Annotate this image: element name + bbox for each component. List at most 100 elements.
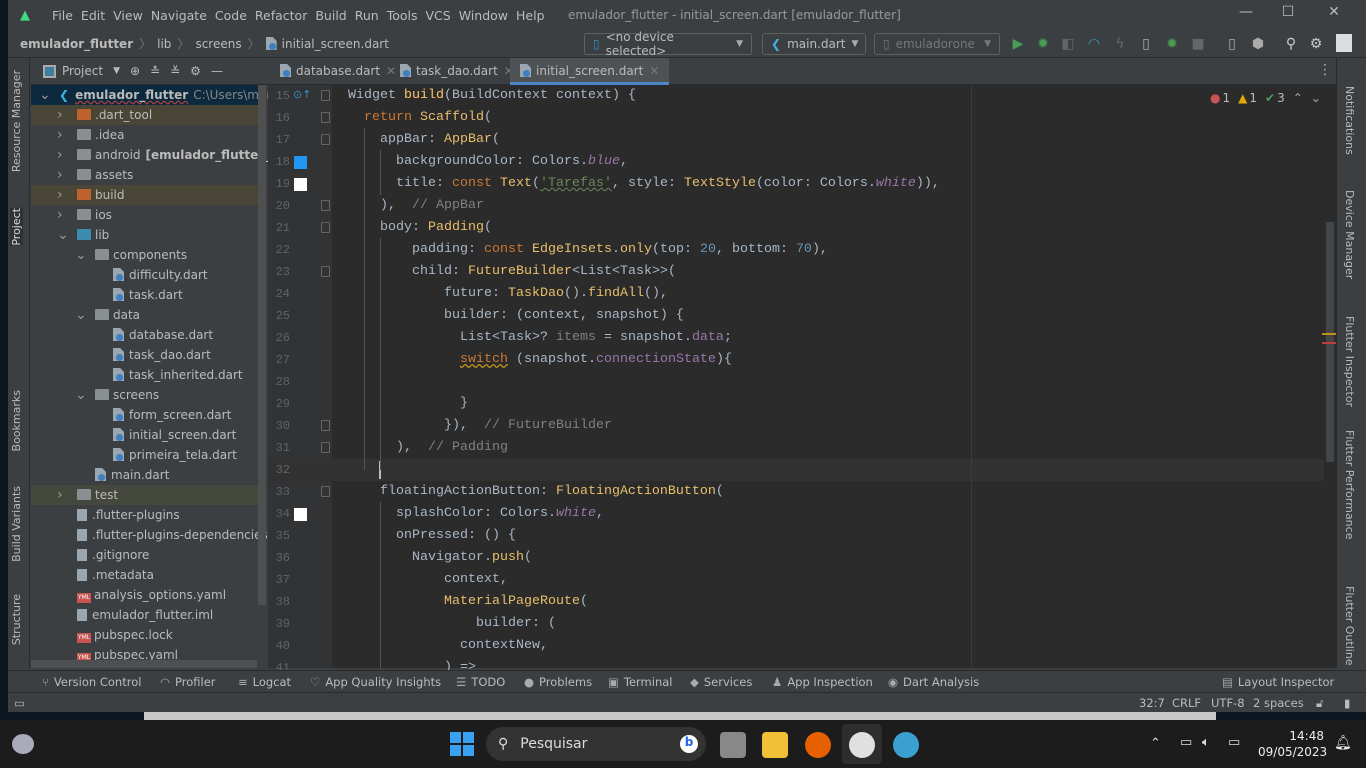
run-icon[interactable]: ▶ — [1008, 34, 1028, 54]
tool-tab-device-manager[interactable]: Device Manager — [1343, 190, 1356, 279]
tree-item[interactable]: .metadata — [31, 565, 259, 585]
close-window-button[interactable]: ✕ — [1314, 4, 1354, 20]
attach-debugger-icon[interactable]: ✹ — [1162, 34, 1182, 54]
tab-task_dao[interactable]: task_dao.dart ✕ — [390, 58, 524, 85]
tab-database[interactable]: database.dart ✕ — [270, 58, 406, 85]
tool-profiler[interactable]: ◠ Profiler — [160, 675, 216, 689]
menu-file[interactable]: File — [52, 8, 73, 23]
tool-tab-resource-manager[interactable]: Resource Manager — [10, 70, 23, 172]
hide-panel-icon[interactable]: — — [211, 64, 223, 78]
volume-icon[interactable]: 🔈︎ — [1202, 735, 1210, 750]
previous-highlight-icon[interactable]: ⌃ — [1293, 91, 1303, 105]
tree-item[interactable]: .flutter-plugins-dependencies — [31, 525, 268, 545]
tree-item[interactable]: difficulty.dart — [31, 265, 259, 285]
tree-item[interactable]: ⌄ components — [31, 245, 259, 265]
menu-vcs[interactable]: VCS — [426, 8, 451, 23]
indent-setting[interactable]: 2 spaces — [1253, 696, 1304, 710]
color-swatch[interactable] — [294, 508, 307, 521]
chevron-down-icon[interactable]: ⌄ — [75, 305, 87, 325]
tree-item[interactable]: main.dart — [31, 465, 259, 485]
tool-tab-structure[interactable]: Structure — [10, 594, 23, 645]
menu-edit[interactable]: Edit — [81, 8, 105, 23]
chevron-right-icon[interactable]: › — [57, 185, 69, 205]
tree-item[interactable]: initial_screen.dart — [31, 425, 259, 445]
tool-tab-build-variants[interactable]: Build Variants — [10, 486, 23, 562]
line-separator[interactable]: CRLF — [1172, 696, 1201, 710]
expand-all-icon[interactable]: ≛ — [150, 64, 160, 78]
sdk-manager-icon[interactable]: ⬢ — [1248, 34, 1268, 54]
show-hidden-icons[interactable]: ⌃ — [1150, 736, 1161, 751]
network-icon[interactable]: ▭ — [1180, 735, 1192, 750]
tool-services[interactable]: ◆ Services — [690, 675, 752, 689]
tab-initial_screen[interactable]: initial_screen.dart ✕ — [510, 58, 670, 85]
tool-logcat[interactable]: ≡ Logcat — [238, 675, 291, 689]
chevron-right-icon[interactable]: › — [57, 205, 69, 225]
tool-tab-flutter-performance[interactable]: Flutter Performance — [1343, 430, 1356, 539]
breadcrumb-project[interactable]: emulador_flutter — [20, 37, 133, 51]
run-config-selector[interactable]: ❮ main.dart ▼ — [762, 33, 866, 55]
fold-marker-icon[interactable] — [321, 442, 330, 453]
tree-item[interactable]: › build — [31, 185, 259, 205]
menu-code[interactable]: Code — [215, 8, 247, 23]
firefox-icon[interactable] — [805, 732, 831, 758]
tree-item[interactable]: primeira_tela.dart — [31, 445, 259, 465]
tree-item[interactable]: ⌄ ❮ emulador_flutter C:\Users\marlo\St — [31, 85, 268, 105]
menu-navigate[interactable]: Navigate — [151, 8, 207, 23]
error-marker[interactable] — [1322, 342, 1336, 344]
android-studio-icon[interactable] — [849, 732, 875, 758]
settings-icon[interactable]: ⚙ — [1306, 34, 1326, 54]
fold-marker-icon[interactable] — [321, 486, 330, 497]
tool-tab-flutter-outline[interactable]: Flutter Outline — [1343, 586, 1356, 666]
profile-icon[interactable]: ◠ — [1084, 34, 1104, 54]
debug-icon[interactable]: ✹ — [1033, 34, 1053, 54]
chevron-right-icon[interactable]: › — [57, 485, 69, 505]
project-view-selector[interactable]: Project — [62, 64, 103, 78]
chevron-down-icon[interactable]: ⌄ — [57, 225, 69, 245]
tool-todo[interactable]: ☰ TODO — [456, 675, 505, 689]
tree-item[interactable]: task_inherited.dart — [31, 365, 259, 385]
tree-item[interactable]: database.dart — [31, 325, 259, 345]
caret-position[interactable]: 32:7 — [1139, 696, 1165, 710]
fold-marker-icon[interactable] — [321, 134, 330, 145]
menu-tools[interactable]: Tools — [387, 8, 418, 23]
close-tab-icon[interactable]: ✕ — [649, 64, 659, 78]
chevron-down-icon[interactable]: ▼ — [113, 66, 120, 76]
tree-item[interactable]: emulador_flutter.iml — [31, 605, 259, 625]
warning-marker[interactable] — [1322, 333, 1336, 335]
fold-marker-icon[interactable] — [321, 420, 330, 431]
fold-marker-icon[interactable] — [321, 222, 330, 233]
chevron-down-icon[interactable]: ⌄ — [75, 385, 87, 405]
minimize-button[interactable]: — — [1226, 4, 1266, 20]
clock-time[interactable]: 14:48 — [1280, 729, 1324, 743]
chevron-right-icon[interactable]: › — [57, 125, 69, 145]
search-icon[interactable]: ⚲ — [1281, 34, 1301, 54]
settings-icon[interactable]: ⚙ — [190, 64, 201, 78]
start-button[interactable] — [450, 732, 474, 756]
task-view-icon[interactable] — [720, 732, 746, 758]
tree-item[interactable]: ⌄ data — [31, 305, 259, 325]
chevron-right-icon[interactable]: › — [57, 145, 69, 165]
chevron-down-icon[interactable]: ⌄ — [75, 245, 87, 265]
apply-changes-icon[interactable]: ▯ — [1136, 34, 1156, 54]
toggle-tool-windows-icon[interactable]: ▭ — [14, 696, 25, 710]
next-highlight-icon[interactable]: ⌄ — [1311, 91, 1321, 105]
tree-item[interactable]: › test — [31, 485, 259, 505]
menu-help[interactable]: Help — [516, 8, 545, 23]
event-log-icon[interactable]: ▮ — [1344, 696, 1350, 710]
clock-date[interactable]: 09/05/2023 — [1258, 745, 1327, 759]
tool-tab-bookmarks[interactable]: Bookmarks — [10, 390, 23, 451]
tree-item[interactable]: task_dao.dart — [31, 345, 259, 365]
weather-icon[interactable] — [12, 734, 34, 754]
tool-tab-project[interactable]: Project — [10, 208, 23, 246]
chevron-right-icon[interactable]: › — [57, 105, 69, 125]
inspection-widget[interactable]: ● 1 ▲ 1 ✔ 3 ⌃ ⌄ — [1210, 91, 1321, 105]
override-marker-icon[interactable]: ⊙↑ — [293, 88, 311, 101]
device-manager-icon[interactable]: ▯ — [1222, 34, 1242, 54]
taskbar-search[interactable]: ⚲ Pesquisar b — [486, 727, 706, 761]
menu-build[interactable]: Build — [315, 8, 346, 23]
collapse-all-icon[interactable]: ≚ — [170, 64, 180, 78]
fold-marker-icon[interactable] — [321, 112, 330, 123]
lock-icon[interactable]: 🔓︎ — [1316, 696, 1323, 711]
device-selector[interactable]: ▯ <no device selected> ▼ — [584, 30, 752, 58]
tree-item[interactable]: › .idea — [31, 125, 259, 145]
